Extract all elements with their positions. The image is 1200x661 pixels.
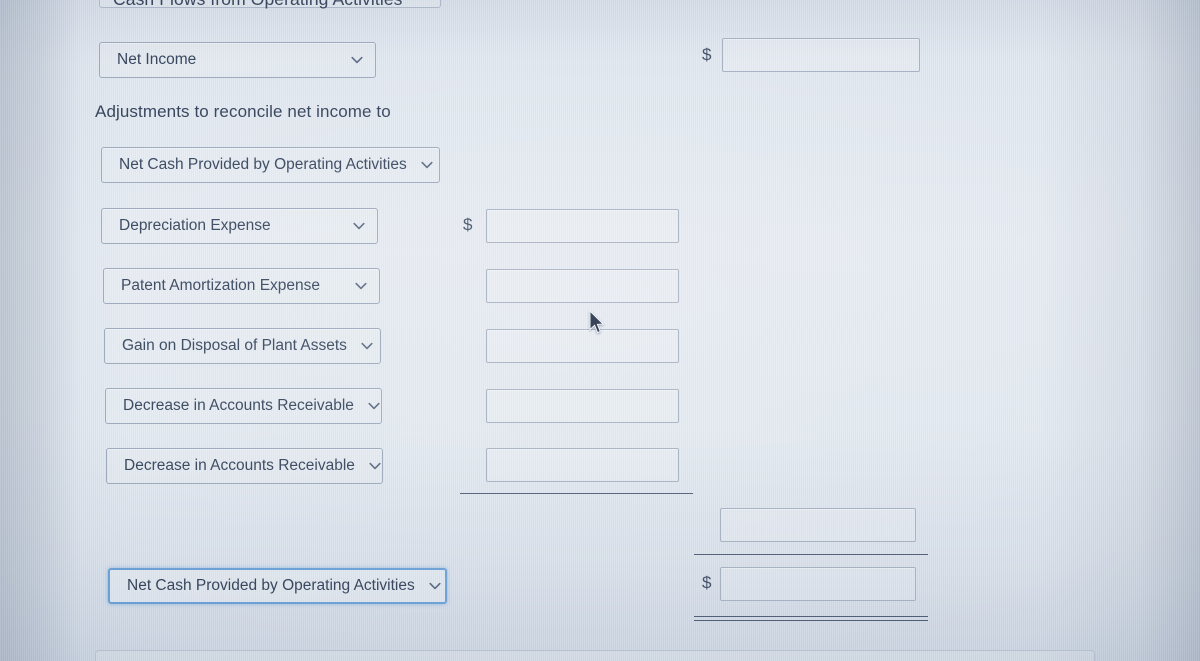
chevron-down-icon: [427, 578, 443, 594]
amount-input-depreciation-expense[interactable]: [486, 209, 679, 243]
amount-input-adjustments-subtotal[interactable]: [720, 508, 916, 542]
adjustments-section-label: Adjustments to reconcile net income to: [95, 102, 391, 121]
amount-input-net-cash-provided-total[interactable]: [720, 567, 916, 601]
chevron-down-icon: [366, 398, 382, 414]
account-select-label: Gain on Disposal of Plant Assets: [122, 337, 347, 354]
account-select-net-income[interactable]: Net Income: [99, 42, 376, 78]
currency-symbol-net-income: $: [702, 45, 712, 64]
chevron-down-icon: [351, 218, 367, 234]
account-select-decrease-in-accounts-receivable-2[interactable]: Decrease in Accounts Receivable: [106, 448, 383, 484]
top-heading-text: Cash Flows from Operating Activities: [113, 0, 403, 10]
currency-symbol-depreciation-expense: $: [463, 215, 473, 234]
account-select-net-cash-provided-header[interactable]: Net Cash Provided by Operating Activitie…: [101, 147, 440, 183]
subtotal-rule-inner-column: [460, 493, 693, 494]
account-select-depreciation-expense[interactable]: Depreciation Expense: [101, 208, 378, 244]
chevron-down-icon: [419, 157, 435, 173]
next-section-panel: [95, 650, 1095, 661]
account-select-label: Patent Amortization Expense: [121, 277, 321, 294]
chevron-down-icon: [367, 458, 383, 474]
total-rule-above: [694, 554, 928, 555]
amount-input-gain-on-disposal-of-plant-assets[interactable]: [486, 329, 679, 363]
amount-input-decrease-in-accounts-receivable-2[interactable]: [486, 448, 679, 482]
account-select-label: Decrease in Accounts Receivable: [124, 457, 355, 474]
amount-input-patent-amortization-expense[interactable]: [486, 269, 679, 303]
chevron-down-icon: [359, 338, 375, 354]
account-select-patent-amortization-expense[interactable]: Patent Amortization Expense: [103, 268, 380, 304]
chevron-down-icon: [353, 278, 369, 294]
account-select-label: Net Income: [117, 51, 197, 68]
worksheet: Cash Flows from Operating Activities Adj…: [0, 0, 1200, 661]
amount-input-net-income[interactable]: [722, 38, 920, 72]
account-select-label: Net Cash Provided by Operating Activitie…: [119, 156, 407, 173]
amount-input-decrease-in-accounts-receivable-1[interactable]: [486, 389, 679, 423]
account-select-decrease-in-accounts-receivable-1[interactable]: Decrease in Accounts Receivable: [105, 388, 382, 424]
chevron-down-icon: [349, 52, 365, 68]
account-select-gain-on-disposal-of-plant-assets[interactable]: Gain on Disposal of Plant Assets: [104, 328, 381, 364]
currency-symbol-total: $: [702, 573, 712, 592]
account-select-label: Depreciation Expense: [119, 217, 271, 234]
account-select-label: Decrease in Accounts Receivable: [123, 397, 354, 414]
total-rule-double-below: [694, 616, 928, 621]
account-select-net-cash-provided-total[interactable]: Net Cash Provided by Operating Activitie…: [108, 568, 447, 604]
account-select-label: Net Cash Provided by Operating Activitie…: [127, 577, 415, 594]
